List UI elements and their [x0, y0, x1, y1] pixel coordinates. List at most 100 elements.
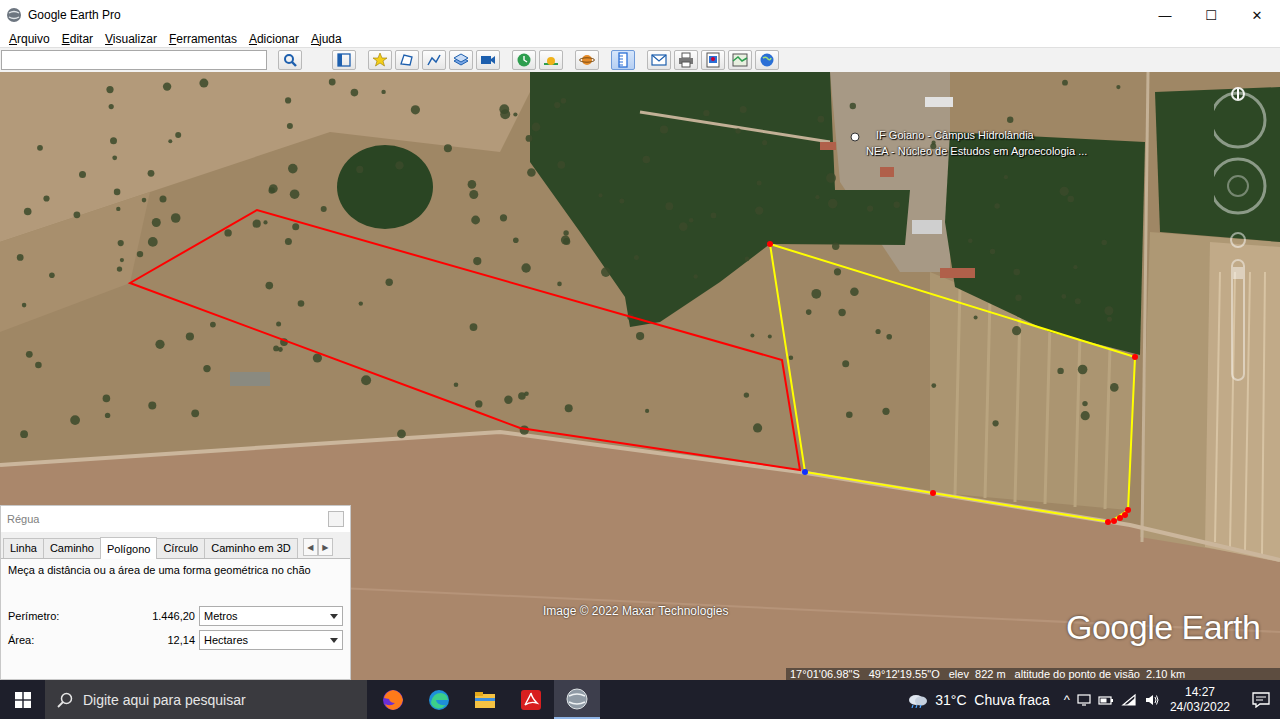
taskbar-app[interactable]: [416, 680, 462, 719]
search-button[interactable]: [278, 50, 302, 70]
dropdown-arrow-icon: [330, 638, 338, 643]
close-button[interactable]: ✕: [1234, 0, 1280, 30]
map-label[interactable]: IF Goiano - Câmpus Hidrolândia: [876, 129, 1034, 141]
clock-date: 24/03/2022: [1170, 700, 1230, 715]
status-bar: 17°01'06.98"S49°12'19.55"Oelev 822 malti…: [786, 668, 1280, 680]
acrobat-icon: [519, 688, 543, 712]
dialog-title-bar: Régua: [1, 506, 350, 532]
display-icon[interactable]: [1077, 693, 1091, 707]
red-polygon[interactable]: [130, 210, 800, 470]
vertex-dot[interactable]: [1111, 518, 1117, 524]
tab[interactable]: Polígono: [100, 537, 157, 559]
email-button[interactable]: [647, 50, 671, 70]
history-button[interactable]: [512, 50, 536, 70]
tab[interactable]: Linha: [3, 538, 44, 558]
place-pin-icon[interactable]: [849, 131, 861, 143]
measure-label: Área:: [8, 634, 167, 646]
toolbar: [0, 47, 1280, 72]
toolbar-group: [368, 50, 500, 70]
vertex-dot[interactable]: [1132, 354, 1138, 360]
earth-gallery-button[interactable]: [755, 50, 779, 70]
navigation-controls[interactable]: [1214, 72, 1274, 392]
save-image-button[interactable]: [701, 50, 725, 70]
cloud-rain-icon: [907, 692, 929, 708]
search-field[interactable]: [1, 50, 267, 70]
taskbar-app[interactable]: [462, 680, 508, 719]
measure-rows: Perímetro:1.446,20MetrosÁrea:12,14Hectar…: [8, 606, 343, 650]
map-label[interactable]: NEA - Núcleo de Estudos em Agroecologia …: [866, 145, 1087, 157]
tab[interactable]: Caminho em 3D: [204, 538, 297, 558]
overlay-button[interactable]: [449, 50, 473, 70]
clock[interactable]: 14:27 24/03/2022: [1170, 685, 1230, 715]
taskbar-search[interactable]: Digite aqui para pesquisar: [45, 680, 367, 719]
vertex-dot[interactable]: [1122, 512, 1128, 518]
taskbar-app[interactable]: [554, 680, 600, 719]
menu-item[interactable]: Adicionar: [249, 32, 299, 46]
tour-button[interactable]: [476, 50, 500, 70]
close-button[interactable]: [328, 511, 344, 527]
earth-icon: [565, 687, 589, 711]
taskbar-app[interactable]: [370, 680, 416, 719]
vertex-dot[interactable]: [930, 490, 936, 496]
tab[interactable]: Caminho: [43, 538, 101, 558]
vertex-dot[interactable]: [767, 241, 773, 247]
unit-value: Hectares: [204, 634, 330, 646]
edge-icon: [427, 688, 451, 712]
minimize-button[interactable]: —: [1142, 0, 1188, 30]
vertex-dot[interactable]: [1117, 515, 1123, 521]
status-field: elev 822 m: [949, 668, 1006, 680]
sidebar-button[interactable]: [332, 50, 356, 70]
toolbar-group: [512, 50, 563, 70]
overlay-icon: [453, 52, 469, 68]
map-view[interactable]: IF Goiano - Câmpus Hidrolândia NEA - Núcl…: [0, 72, 1280, 680]
sunlight-icon: [543, 52, 559, 68]
windows-icon: [15, 692, 31, 708]
menu-item[interactable]: Ajuda: [311, 32, 342, 46]
menu-item[interactable]: Visualizar: [105, 32, 157, 46]
maps-button[interactable]: [728, 50, 752, 70]
wifi-icon[interactable]: [1121, 693, 1137, 707]
menu-item[interactable]: Arquivo: [9, 32, 50, 46]
email-icon: [651, 52, 667, 68]
scroll-left-button[interactable]: ◀: [303, 538, 318, 556]
toolbar-group: [575, 50, 599, 70]
weather-widget[interactable]: 31°C Chuva fraca: [907, 692, 1050, 708]
yellow-polygon[interactable]: [770, 244, 1135, 522]
vertex-dot[interactable]: [802, 469, 808, 475]
placemark-button[interactable]: [368, 50, 392, 70]
planets-button[interactable]: [575, 50, 599, 70]
tab-bar: Linha Caminho Polígono CírculoCaminho em 3D…: [1, 532, 350, 559]
scroll-right-button[interactable]: ▶: [318, 538, 333, 556]
ruler-icon: [615, 52, 631, 68]
print-button[interactable]: [674, 50, 698, 70]
menu-item[interactable]: Editar: [62, 32, 93, 46]
search-placeholder: Digite aqui para pesquisar: [83, 692, 246, 708]
menu-item[interactable]: Ferramentas: [169, 32, 237, 46]
tour-icon: [480, 52, 496, 68]
polygon-button[interactable]: [395, 50, 419, 70]
start-button[interactable]: [0, 680, 45, 719]
magnifier-icon: [283, 53, 297, 67]
tray-expand[interactable]: ^: [1064, 692, 1070, 707]
title-bar: Google Earth Pro —☐✕: [0, 0, 1280, 30]
planets-icon: [579, 52, 595, 68]
tab-label: Polígono: [107, 543, 150, 555]
vertex-dot[interactable]: [1125, 507, 1131, 513]
vertex-dot[interactable]: [1105, 519, 1111, 525]
speaker-icon[interactable]: [1144, 693, 1160, 707]
taskbar-app[interactable]: [508, 680, 554, 719]
ruler-button[interactable]: [611, 50, 635, 70]
tab-scroll: ◀▶: [303, 538, 333, 556]
status-field: altitude do ponto de visão 2.10 km: [1015, 668, 1186, 680]
unit-dropdown[interactable]: Metros: [199, 606, 343, 626]
notification-button[interactable]: [1246, 692, 1276, 708]
tab[interactable]: Círculo: [156, 538, 205, 558]
path-button[interactable]: [422, 50, 446, 70]
measure-value: 1.446,20: [152, 610, 195, 622]
sunlight-button[interactable]: [539, 50, 563, 70]
battery-icon[interactable]: [1098, 693, 1114, 707]
maximize-button[interactable]: ☐: [1188, 0, 1234, 30]
tab-label: Linha: [10, 542, 37, 554]
unit-value: Metros: [204, 610, 330, 622]
unit-dropdown[interactable]: Hectares: [199, 630, 343, 650]
